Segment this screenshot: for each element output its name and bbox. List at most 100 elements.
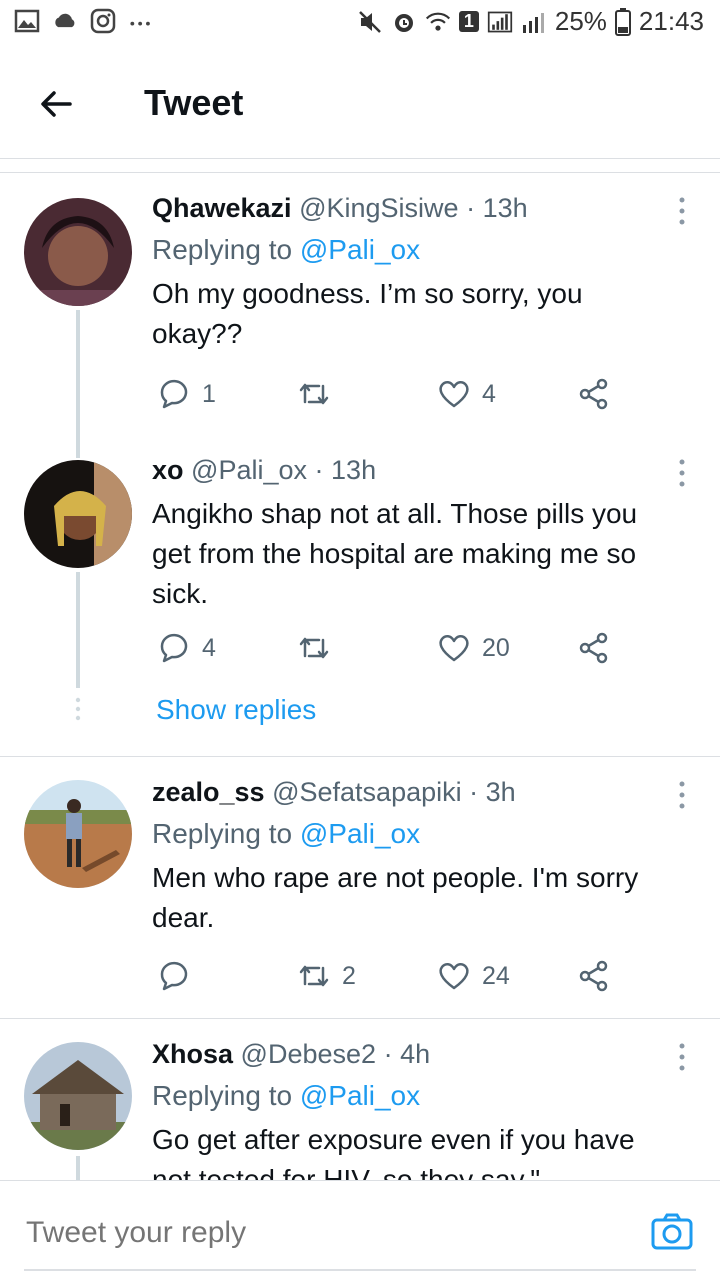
tweet-divider [0, 756, 720, 757]
like-button[interactable]: 4 [436, 376, 496, 412]
replying-to: Replying to @Pali_ox [152, 816, 680, 852]
timestamp: 13h [331, 455, 377, 485]
instagram-icon [90, 8, 116, 34]
replying-to-label: Replying to [152, 234, 293, 265]
display-name[interactable]: Xhosa [152, 1039, 233, 1069]
user-handle[interactable]: @Sefatsapapiki [272, 777, 462, 807]
reply-bar [0, 1180, 720, 1281]
tweet-text: Men who rape are not people. I'm sorry d… [152, 862, 639, 933]
reply-count: 1 [202, 379, 216, 408]
avatar[interactable] [24, 1042, 132, 1150]
battery-icon [614, 7, 631, 36]
avatar[interactable] [24, 780, 132, 888]
share-icon [579, 632, 608, 664]
avatar[interactable] [24, 460, 132, 568]
like-count: 24 [482, 961, 510, 990]
tweet-actions: 4 20 [152, 630, 672, 670]
share-icon [579, 960, 608, 992]
more-options-icon[interactable] [676, 196, 688, 226]
show-replies-link[interactable]: Show replies [156, 694, 316, 726]
reply-icon [160, 633, 188, 663]
like-count: 20 [482, 633, 510, 662]
replying-to: Replying to @Pali_ox [152, 1078, 680, 1114]
like-button[interactable]: 20 [436, 630, 510, 666]
reply-button[interactable] [156, 958, 202, 994]
like-count: 4 [482, 379, 496, 408]
heart-icon [439, 381, 469, 408]
more-options-icon[interactable] [676, 458, 688, 488]
sim-badge: 1 [458, 11, 479, 32]
user-handle[interactable]: @KingSisiwe [299, 193, 458, 223]
retweet-button[interactable]: 2 [296, 958, 356, 994]
reply-count: 4 [202, 633, 216, 662]
tweet-meta: xo @Pali_ox · 13h [152, 452, 680, 488]
separator: · [383, 1039, 393, 1069]
display-name[interactable]: xo [152, 455, 184, 485]
tweet-meta: Qhawekazi @KingSisiwe · 13h [152, 190, 680, 226]
app-header: Tweet [0, 60, 720, 152]
separator: · [469, 777, 479, 807]
back-arrow-icon[interactable] [36, 84, 76, 124]
signal-icon [487, 11, 513, 32]
reply-icon [160, 961, 188, 991]
mute-icon [358, 10, 381, 33]
more-notifications-icon [130, 21, 150, 26]
heart-icon [439, 963, 469, 990]
replying-to: Replying to @Pali_ox [152, 232, 680, 268]
thread-line [76, 1156, 80, 1180]
wifi-icon [425, 12, 450, 31]
thread-line [76, 572, 80, 688]
header-divider-2 [0, 172, 720, 173]
clock: 21:43 [638, 6, 704, 36]
separator: · [466, 193, 476, 223]
share-button[interactable] [576, 376, 612, 412]
gallery-icon [14, 9, 40, 33]
avatar[interactable] [24, 198, 132, 306]
share-button[interactable] [576, 630, 612, 666]
tweet-text: Go get after exposure even if you have n… [152, 1124, 635, 1180]
more-options-icon[interactable] [676, 780, 688, 810]
replying-to-handle[interactable]: @Pali_ox [300, 234, 420, 265]
replying-to-label: Replying to [152, 818, 293, 849]
thread-dots-icon [75, 697, 81, 721]
reply-underline [24, 1269, 696, 1271]
share-icon [579, 378, 608, 410]
heart-icon [439, 635, 469, 662]
tweet-text: Oh my goodness. I’m so sorry, you okay?? [152, 278, 583, 349]
header-divider [0, 158, 720, 159]
status-bar: 1 25% 21:43 [0, 0, 720, 50]
share-button[interactable] [576, 958, 612, 994]
reply-button[interactable]: 4 [156, 630, 216, 666]
retweet-icon [299, 965, 329, 987]
timestamp: 3h [485, 777, 516, 807]
retweet-icon [299, 383, 329, 405]
replying-to-handle[interactable]: @Pali_ox [300, 818, 420, 849]
cloud-icon [55, 13, 75, 28]
timestamp: 13h [482, 193, 528, 223]
more-options-icon[interactable] [676, 1042, 688, 1072]
replying-to-handle[interactable]: @Pali_ox [300, 1080, 420, 1111]
battery-percent: 25% [554, 6, 607, 36]
retweet-button[interactable] [296, 376, 342, 412]
alarm-icon [394, 13, 413, 32]
display-name[interactable]: Qhawekazi [152, 193, 292, 223]
signal-2-icon [522, 12, 544, 33]
tweet-divider [0, 1018, 720, 1019]
user-handle[interactable]: @Debese2 [241, 1039, 377, 1069]
tweet-text: Angikho shap not at all. Those pills you… [152, 498, 638, 609]
tweet[interactable]: Xhosa @Debese2 · 4h Replying to @Pali_ox… [0, 1036, 720, 1180]
timestamp: 4h [400, 1039, 431, 1069]
reply-input[interactable] [24, 1215, 588, 1251]
replying-to-label: Replying to [152, 1080, 293, 1111]
page-title: Tweet [144, 82, 244, 123]
tweet-actions: 1 4 [152, 376, 672, 416]
user-handle[interactable]: @Pali_ox [191, 455, 307, 485]
reply-button[interactable]: 1 [156, 376, 216, 412]
thread-line [76, 310, 80, 458]
camera-icon[interactable] [650, 1211, 694, 1251]
retweet-button[interactable] [296, 630, 342, 666]
display-name[interactable]: zealo_ss [152, 777, 265, 807]
like-button[interactable]: 24 [436, 958, 510, 994]
separator: · [314, 455, 324, 485]
tweet-meta: zealo_ss @Sefatsapapiki · 3h [152, 774, 680, 810]
